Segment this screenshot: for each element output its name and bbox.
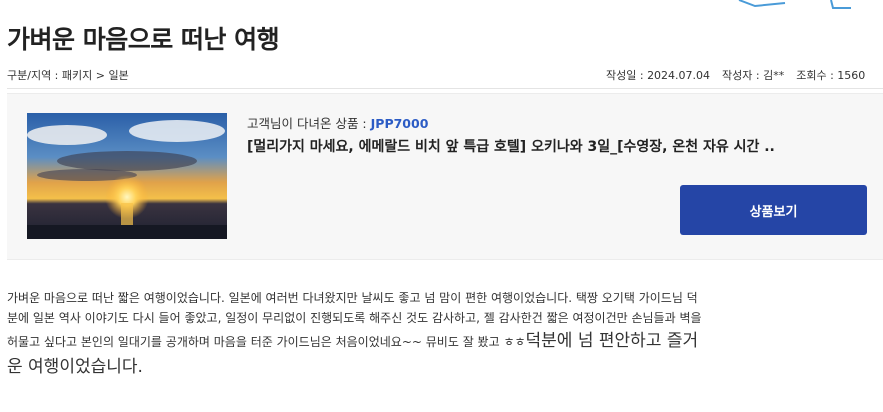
breadcrumb-separator: > <box>95 69 105 82</box>
review-line: 가벼운 마음으로 떠난 짧은 여행이었습니다. 일본에 여러번 다녀왔지만 날씨… <box>7 291 698 305</box>
page-title: 가벼운 마음으로 떠난 여행 <box>7 25 280 54</box>
customer-product-label: 고객님이 다녀온 상품 : JPP7000 <box>247 113 428 132</box>
review-text: 허물고 싶다고 본인의 일대기를 공개하며 마음을 터준 가이드님은 처음이었네… <box>7 335 526 349</box>
product-thumbnail[interactable] <box>27 113 227 239</box>
header-divider <box>7 88 883 89</box>
author-label: 작성자 : <box>722 69 764 82</box>
post-author: 김** <box>763 69 785 82</box>
review-line: 분에 일본 역사 이야기도 다시 들어 좋았고, 일정이 무리없이 진행되도록 … <box>7 311 702 325</box>
category-breadcrumb: 구분/지역 : 패키지 > 일본 <box>7 67 129 83</box>
decoration-illustration <box>738 0 851 9</box>
view-product-button[interactable]: 상품보기 <box>680 185 867 235</box>
breadcrumb-item-package[interactable]: 패키지 <box>62 69 92 82</box>
customer-label: 고객님이 다녀온 상품 : <box>247 116 367 131</box>
review-body: 가벼운 마음으로 떠난 짧은 여행이었습니다. 일본에 여러번 다녀왔지만 날씨… <box>7 288 883 380</box>
review-text-large: 덕분에 넘 편안하고 즐거 <box>525 331 699 351</box>
review-text-large: 운 여행이었습니다. <box>7 357 143 377</box>
post-date: 2024.07.04 <box>647 69 711 82</box>
category-label: 구분/지역 : <box>7 69 62 82</box>
product-name[interactable]: [멀리가지 마세요, 에메랄드 비치 앞 특급 호텔] 오키나와 3일_[수영장… <box>247 136 837 156</box>
post-meta: 작성일 : 2024.07.04 작성자 : 김** 조회수 : 1560 <box>606 67 883 83</box>
breadcrumb-item-japan[interactable]: 일본 <box>108 69 128 82</box>
views-label: 조회수 : <box>796 69 838 82</box>
product-card: 고객님이 다녀온 상품 : JPP7000 [멀리가지 마세요, 에메랄드 비치 … <box>7 93 883 260</box>
view-count: 1560 <box>837 69 866 82</box>
date-label: 작성일 : <box>606 69 648 82</box>
product-code[interactable]: JPP7000 <box>371 116 429 131</box>
sunset-image <box>27 113 227 239</box>
